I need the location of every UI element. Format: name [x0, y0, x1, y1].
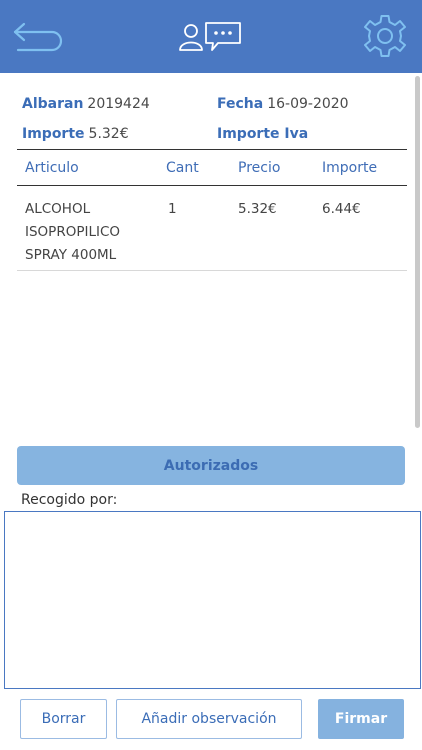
gear-icon[interactable] — [360, 13, 410, 59]
column-header-articulo: Articulo — [25, 160, 79, 176]
articulo-line: ISOPROPILICO — [25, 224, 121, 240]
importe-iva-label: Importe Iva — [217, 126, 309, 142]
scrollbar[interactable] — [415, 76, 420, 428]
articulo-line: ALCOHOL — [25, 201, 91, 217]
importe-value: 5.32€ — [88, 126, 129, 142]
column-header-precio: Precio — [238, 160, 281, 176]
cell-importe: 6.44€ — [322, 201, 361, 217]
albaran-value: 2019424 — [87, 96, 150, 112]
autorizados-button[interactable]: Autorizados — [17, 446, 405, 485]
cell-articulo: ALCOHOL ISOPROPILICO SPRAY 400ML — [25, 198, 155, 267]
fecha-label: Fecha — [217, 96, 264, 112]
cell-precio: 5.32€ — [238, 201, 277, 217]
importe-label: Importe — [22, 126, 85, 142]
table-header-rule — [17, 185, 407, 186]
top-bar — [0, 0, 422, 73]
table-top-rule — [17, 149, 407, 150]
add-observation-button[interactable]: Añadir observación — [116, 699, 302, 739]
articulo-line: SPRAY 400ML — [25, 247, 117, 263]
column-header-cant: Cant — [166, 160, 199, 176]
table-row-divider — [17, 270, 407, 271]
column-header-importe: Importe — [322, 160, 378, 176]
user-chat-icon[interactable] — [176, 18, 246, 56]
importe-iva-field: Importe Iva — [217, 126, 312, 142]
importe-field: Importe 5.32€ — [22, 126, 129, 142]
firmar-button[interactable]: Firmar — [318, 699, 404, 739]
fecha-value: 16-09-2020 — [267, 96, 349, 112]
signature-area[interactable] — [4, 511, 421, 689]
back-arrow-icon[interactable] — [12, 20, 64, 54]
cell-cant: 1 — [168, 201, 177, 217]
albaran-label: Albaran — [22, 96, 84, 112]
borrar-button[interactable]: Borrar — [20, 699, 107, 739]
fecha-field: Fecha 16-09-2020 — [217, 96, 349, 112]
recogido-label: Recogido por: — [21, 492, 118, 508]
albaran-field: Albaran 2019424 — [22, 96, 150, 112]
